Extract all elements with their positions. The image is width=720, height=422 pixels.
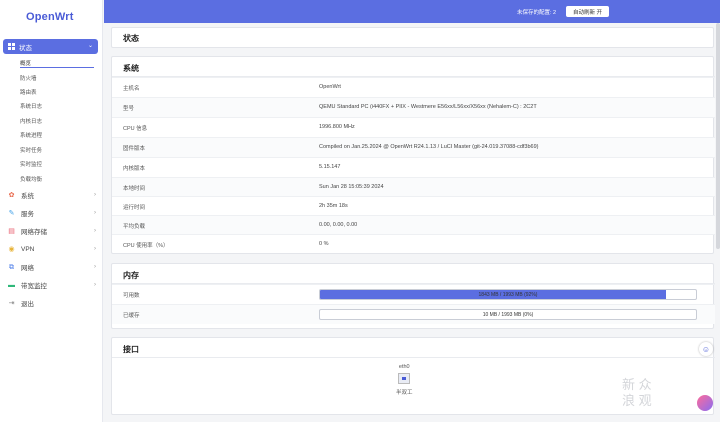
sidebar-item-system[interactable]: ✿ 系统 › [8,189,96,201]
table-row: 平均负载 0.00, 0.00, 0.00 [112,215,715,235]
interface-status: 半双工 [396,390,413,396]
divider [112,357,715,358]
chevron-right-icon: › [94,264,96,270]
grid-icon [8,43,15,50]
sidebar-item-services[interactable]: ✎ 服务 › [8,207,96,219]
page-title: 状态 [123,34,139,43]
sidebar: OpenWrt 状态 ⌄ 概览 防火墙 路由表 系统日志 内核日志 系统进程 实… [0,0,103,422]
row-value: 1996.800 MHz [319,124,355,130]
row-key: 已缓存 [123,313,140,319]
table-row: 内核版本 5.15.147 [112,157,715,177]
row-key: 固件版本 [123,146,146,152]
sidebar-item-storage[interactable]: ▤ 网络存储 › [8,225,96,237]
chevron-right-icon: › [94,192,96,198]
section-title: 系统 [123,64,139,73]
memory-cached-bar: 10 MB / 1993 MB (0%) [319,309,697,320]
vpn-icon: ◉ [8,245,15,253]
chevron-right-icon: › [94,282,96,288]
storage-icon: ▤ [8,227,15,235]
watermark-logo-icon [697,395,713,411]
active-underline [20,67,94,68]
row-key: 运行时间 [123,205,146,211]
table-row: 已缓存 10 MB / 1993 MB (0%) [112,304,715,324]
sidebar-subitem-tasks[interactable]: 实时任务 [20,146,42,154]
monitor-icon: ▬ [8,281,15,289]
row-key: 本地时间 [123,186,146,192]
table-row: CPU 使用率（%） 0 % [112,234,715,254]
sidebar-subitem-overview[interactable]: 概览 [20,59,31,67]
unsaved-changes-link[interactable]: 未保存的配置: 2 [517,8,556,16]
ethernet-port-icon [398,373,411,384]
memory-card: 内存 可用数 1843 MB / 1993 MB (92%) 已缓存 10 MB… [111,263,715,329]
sidebar-item-label: 退出 [21,301,34,308]
network-icon: ⧉ [9,263,14,271]
section-title: 内存 [123,271,139,280]
chevron-right-icon: › [94,210,96,216]
watermark-line: 浪 观 [622,393,652,408]
row-key: CPU 信息 [123,126,148,132]
row-value: 5.15.147 [319,164,341,170]
row-value: QEMU Standard PC (i440FX + PIIX - Westme… [319,104,537,110]
sidebar-subitem-realtime[interactable]: 实时监控 [20,160,42,168]
sidebar-subitem-routes[interactable]: 路由表 [20,88,37,96]
sidebar-item-vpn[interactable]: ◉ VPN › [8,243,96,255]
chevron-down-icon: ⌄ [87,43,93,49]
sidebar-subitem-syslog[interactable]: 系统日志 [20,102,42,110]
row-value: Sun Jan 28 15:05:39 2024 [319,184,384,190]
sidebar-item-network[interactable]: ⧉ 网络 › [8,261,96,273]
row-value: 0.00, 0.00, 0.00 [319,222,358,228]
sidebar-item-label: 网络 [21,265,34,272]
gear-icon: ✿ [8,191,15,199]
memory-available-bar: 1843 MB / 1993 MB (92%) [319,289,697,300]
interface-item[interactable]: eth0 半双工 [396,364,413,396]
row-key: 主机名 [123,86,140,92]
row-key: 可用数 [123,293,140,299]
row-value: Compiled on Jan.25.2024 @ OpenWrt R24.1.… [319,144,539,150]
section-title: 接口 [123,345,139,354]
sidebar-item-label: 服务 [21,211,34,218]
system-card: 系统 主机名 OpenWrt 型号 QEMU Standard PC (i440… [111,56,715,254]
row-value: 2h 35m 18s [319,203,348,209]
page-title-card: 状态 [111,27,714,48]
table-row: 型号 QEMU Standard PC (i440FX + PIIX - Wes… [112,97,715,117]
sidebar-item-label: 状态 [19,44,32,52]
table-row: 本地时间 Sun Jan 28 15:05:39 2024 [112,177,715,197]
interface-name: eth0 [398,364,410,370]
sidebar-subitem-processes[interactable]: 系统进程 [20,131,42,139]
logo[interactable]: OpenWrt [26,11,74,23]
table-row: 固件版本 Compiled on Jan.25.2024 @ OpenWrt R… [112,137,715,157]
table-row: 运行时间 2h 35m 18s [112,196,715,216]
table-row: 主机名 OpenWrt [112,77,715,97]
row-key: 型号 [123,106,135,112]
scrollbar[interactable] [716,23,720,249]
sidebar-item-label: VPN [21,245,35,253]
help-icon[interactable]: ☺ [699,342,713,356]
row-key: CPU 使用率（%） [123,243,169,249]
watermark-line: 新 众 [622,377,652,392]
row-value: 0 % [319,241,329,247]
progress-text: 10 MB / 1993 MB (0%) [482,312,534,318]
sidebar-item-logout[interactable]: ⇥ 退出 [8,297,96,309]
chevron-right-icon: › [94,228,96,234]
sidebar-item-status[interactable]: 状态 ⌄ [3,39,98,54]
chevron-right-icon: › [94,246,96,252]
sidebar-item-label: 系统 [21,193,34,200]
row-key: 内核版本 [123,166,146,172]
puzzle-icon: ✎ [8,209,15,217]
row-key: 平均负载 [123,224,146,230]
sidebar-subitem-kernellog[interactable]: 内核日志 [20,117,42,125]
sidebar-item-label: 网络存储 [21,229,47,236]
table-row: CPU 信息 1996.800 MHz [112,117,715,137]
progress-text: 1843 MB / 1993 MB (92%) [478,292,538,298]
auto-refresh-button[interactable]: 自动刷新 开 [566,6,609,17]
row-value: OpenWrt [319,84,341,90]
logout-icon: ⇥ [8,299,15,307]
sidebar-item-label: 带宽监控 [21,283,47,290]
watermark-text: 新 众 浪 观 [622,377,652,409]
table-row: 可用数 1843 MB / 1993 MB (92%) [112,284,715,304]
sidebar-item-bandwidth[interactable]: ▬ 带宽监控 › [8,279,96,291]
top-bar: 未保存的配置: 2 自动刷新 开 [104,0,720,23]
sidebar-subitem-loadbalance[interactable]: 负载均衡 [20,175,42,183]
sidebar-subitem-firewall[interactable]: 防火墙 [20,74,37,82]
